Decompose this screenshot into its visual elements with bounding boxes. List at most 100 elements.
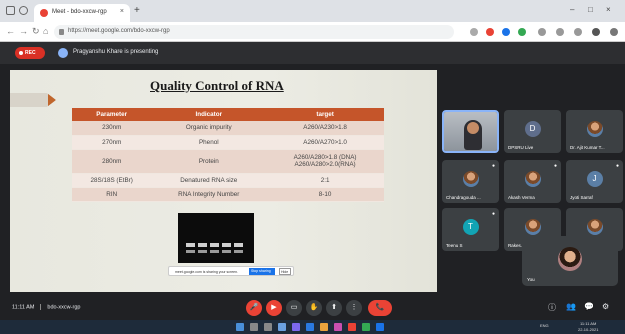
meeting-details: 11:11 AM bdo-xxcw-rgp [12,304,80,310]
table-cell: 230nm [72,121,152,136]
task-view-icon[interactable] [264,323,272,331]
language-indicator[interactable]: ENG [540,323,549,328]
extension-icon[interactable] [470,28,478,36]
avatar: T [462,219,479,236]
table-cell: 28S/18S (EtBr) [72,173,152,188]
more-options-button[interactable]: ⋮ [346,300,362,316]
avatar [558,246,582,271]
self-name: You [527,277,535,282]
app-icon[interactable] [334,323,342,331]
gel-band [234,250,243,253]
extension-icon[interactable] [486,28,494,36]
participant-tile[interactable]: ● Akash Verma [504,160,561,203]
raise-hand-button[interactable]: ✋ [306,300,322,316]
share-notification-text: meet.google.com is sharing your screen. [175,270,239,274]
chat-button[interactable]: 💬 [584,302,594,311]
gel-band [222,243,231,247]
mic-off-icon: ● [491,211,495,217]
participant-name: Dr. Ajit Kumar T... [570,145,605,150]
end-call-button[interactable]: 📞 [368,300,392,316]
collections-icon[interactable] [574,28,582,36]
table-cell-line: A260/A280>2.0(RNA) [294,161,356,168]
participant-tile[interactable]: Dr. Ajit Kumar T... [566,110,623,153]
app-icon[interactable] [362,323,370,331]
participant-tile[interactable]: ● J Jyoti Sarraf [566,160,623,203]
table-row: RIN RNA Integrity Number 8-10 [72,187,384,202]
slide-title: Quality Control of RNA [150,78,284,93]
people-button[interactable]: 👥 [566,302,576,311]
mic-button[interactable]: 🎤 [246,300,262,316]
table-cell: Organic impurity [151,121,267,136]
app-icon[interactable] [376,323,384,331]
gel-band [210,250,219,253]
app-icon[interactable] [292,323,300,331]
presenting-text: Pragyanshu Khare is presenting [73,49,159,55]
extension-icon[interactable] [518,28,526,36]
browser-menu-icon[interactable] [610,28,618,36]
recording-badge: REC [15,47,45,59]
shared-slide: Quality Control of RNA Parameter Indicat… [10,70,437,292]
search-icon[interactable] [250,323,258,331]
back-icon[interactable]: ← [6,26,15,36]
app-icon[interactable] [306,323,314,331]
camera-button[interactable]: ▶ [266,300,282,316]
participant-tile[interactable] [442,110,499,153]
profile-icon[interactable] [592,28,600,36]
tab-actions-icon[interactable] [19,6,28,15]
mic-off-icon: ● [491,163,495,169]
participant-tile[interactable]: ● T Teenu S [442,208,499,251]
taskbar-date[interactable]: 22-10-2021 [578,327,598,332]
gel-band [186,250,195,253]
captions-button[interactable]: ▭ [286,300,302,316]
address-bar-row: ← → ↻ ⌂ https://meet.google.com/bdo-xxcw… [0,22,625,42]
window-menu-icon[interactable] [6,6,15,15]
home-icon[interactable]: ⌂ [43,26,48,36]
table-cell: 270nm [72,135,152,150]
reload-icon[interactable]: ↻ [32,26,40,37]
avatar [524,171,541,188]
activities-button[interactable]: ⚙ [602,302,609,311]
participant-tile[interactable]: D DPSRU Live [504,110,561,153]
avatar [586,219,603,236]
forward-icon[interactable]: → [19,26,28,36]
table-row: 28S/18S (EtBr) Denatured RNA size 2:1 [72,173,384,188]
table-row: 230nm Organic impurity A260/A230>1.8 [72,121,384,136]
chrome-icon[interactable] [348,323,356,331]
mic-off-icon: ● [553,163,557,169]
avatar [586,121,603,138]
taskbar-time[interactable]: 11:11 AM [580,321,596,326]
gel-image [178,213,254,263]
url-input[interactable]: https://meet.google.com/bdo-xxcw-rgp [54,25,454,39]
slide-arrow-decoration [10,93,56,107]
os-taskbar: ENG 11:11 AM 22-10-2021 [0,320,625,334]
meet-control-bar: 11:11 AM bdo-xxcw-rgp 🎤 ▶ ▭ ✋ ⬆ ⋮ 📞 ⓘ 👥 💬… [0,296,625,320]
avatar [524,219,541,236]
extension-icon[interactable] [538,28,546,36]
table-cell: Protein [151,149,267,174]
table-cell: A260/A230>1.8 [266,121,384,136]
tab-meet[interactable]: Meet - bdo-xxcw-rgp × [34,4,130,22]
extension-icon[interactable] [502,28,510,36]
table-row: 270nm Phenol A260/A270>1.0 [72,135,384,150]
app-icon[interactable] [278,323,286,331]
close-window-button[interactable]: × [606,5,611,14]
minimize-button[interactable]: – [570,5,574,14]
table-cell: RNA Integrity Number [151,187,267,202]
maximize-button[interactable]: □ [588,5,593,14]
browser-tab-bar: Meet - bdo-xxcw-rgp × + – □ × [0,0,625,22]
favorites-icon[interactable] [556,28,564,36]
participant-face [467,122,479,134]
tab-close-icon[interactable]: × [120,8,124,15]
participant-tile[interactable]: ● Chandragouda ... [442,160,499,203]
hide-button[interactable]: Hide [279,268,291,275]
start-icon[interactable] [236,323,244,331]
meeting-info-button[interactable]: ⓘ [548,302,556,313]
table-header: target [266,108,384,121]
tab-title: Meet - bdo-xxcw-rgp [52,9,107,15]
participant-name: Teenu S [446,243,463,248]
new-tab-button[interactable]: + [134,5,140,16]
self-view-tile[interactable]: You [522,236,618,286]
file-explorer-icon[interactable] [320,323,328,331]
stop-sharing-button[interactable]: Stop sharing [249,268,275,275]
present-button[interactable]: ⬆ [326,300,342,316]
